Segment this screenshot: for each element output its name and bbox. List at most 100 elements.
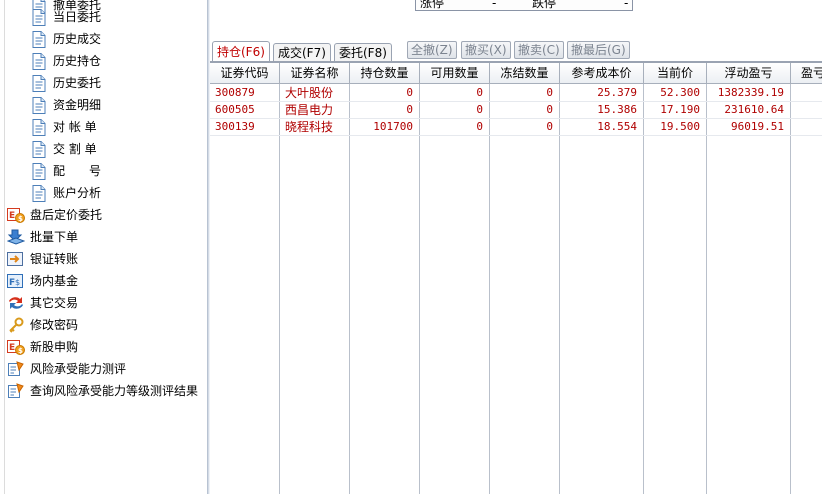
ipo-subscribe-icon: E $ bbox=[7, 339, 25, 355]
document-icon bbox=[31, 96, 47, 114]
navigation-tree: 撤单委托 当日委托 历史成交 历史持仓 历史委托 资金明细 对 帐 单 交 割 … bbox=[0, 0, 207, 494]
cell-frozen: 0 bbox=[546, 120, 553, 133]
column-divider bbox=[349, 84, 350, 494]
cell-price: 52.300 bbox=[660, 86, 700, 99]
column-header[interactable]: 证券代码 bbox=[210, 63, 280, 84]
cell-pnl: 96019.51 bbox=[731, 120, 784, 133]
column-header[interactable]: 证券名称 bbox=[280, 63, 350, 84]
cell-code: 300879 bbox=[215, 86, 255, 99]
tree-item-label: 资金明细 bbox=[53, 98, 102, 112]
tree-item-label: 盘后定价委托 bbox=[30, 208, 103, 222]
column-divider bbox=[559, 84, 560, 494]
column-divider bbox=[643, 84, 644, 494]
cell-name: 晓程科技 bbox=[285, 120, 334, 134]
tree-item-label: 历史委托 bbox=[53, 76, 102, 90]
column-divider bbox=[279, 84, 280, 494]
tree-item-label: 历史成交 bbox=[53, 32, 102, 46]
cell-available: 0 bbox=[476, 103, 483, 116]
positions-table[interactable]: 证券代码 证券名称 持仓数量 可用数量 冻结数量 参考成本价 当前价 浮动盈亏 … bbox=[210, 62, 822, 494]
table-row[interactable]: 600505 西昌电力 0 0 0 15.386 17.190 231610.6… bbox=[210, 102, 822, 118]
tree-item-history-positions[interactable]: 历史持仓 bbox=[31, 50, 101, 72]
other-trade-icon bbox=[7, 295, 25, 311]
tab-orders[interactable]: 委托(F8) bbox=[334, 43, 392, 62]
table-header: 证券代码 证券名称 持仓数量 可用数量 冻结数量 参考成本价 当前价 浮动盈亏 … bbox=[210, 63, 822, 84]
tree-item-risk-assessment[interactable]: 风险承受能力测评 bbox=[7, 358, 126, 380]
row-divider bbox=[210, 135, 822, 136]
column-header[interactable]: 盈亏 bbox=[791, 63, 822, 84]
cell-frozen: 0 bbox=[546, 86, 553, 99]
tree-item-delivery-slip[interactable]: 交 割 单 bbox=[31, 138, 97, 160]
cancel-buy-button[interactable]: 撤买(X) bbox=[461, 41, 511, 59]
cancel-all-button[interactable]: 全撤(Z) bbox=[407, 41, 457, 59]
key-icon bbox=[7, 317, 25, 333]
limit-up-label: 涨停 bbox=[420, 0, 445, 10]
tab-bar: 持仓(F6) 成交(F7) 委托(F8) 全撤(Z) 撤买(X) 撤卖(C) 撤… bbox=[210, 40, 822, 62]
svg-text:$: $ bbox=[18, 215, 23, 223]
tree-item-after-hours-order[interactable]: E $ 盘后定价委托 bbox=[7, 204, 102, 226]
tree-item-history-orders[interactable]: 历史委托 bbox=[31, 72, 101, 94]
column-header[interactable]: 当前价 bbox=[644, 63, 707, 84]
svg-text:$: $ bbox=[15, 278, 20, 287]
tree-item-label: 当日委托 bbox=[53, 10, 102, 24]
tree-item-label: 账户分析 bbox=[53, 186, 102, 200]
tree-item-other-trade[interactable]: 其它交易 bbox=[7, 292, 78, 314]
cell-code: 300139 bbox=[215, 120, 255, 133]
cancel-sell-button[interactable]: 撤卖(C) bbox=[514, 41, 564, 59]
tree-item-today-orders[interactable]: 当日委托 bbox=[31, 6, 101, 28]
document-icon bbox=[31, 162, 47, 180]
cell-pnl: 231610.64 bbox=[724, 103, 784, 116]
tree-item-label: 查询风险承受能力等级测评结果 bbox=[30, 384, 199, 398]
column-divider bbox=[419, 84, 420, 494]
tree-item-ipo-subscribe[interactable]: E $ 新股申购 bbox=[7, 336, 78, 358]
limit-price-strip: 涨停 - 跌停 - bbox=[415, 0, 633, 11]
column-header[interactable]: 可用数量 bbox=[420, 63, 490, 84]
tab-trades[interactable]: 成交(F7) bbox=[273, 43, 331, 62]
cell-price: 17.190 bbox=[660, 103, 700, 116]
cell-frozen: 0 bbox=[546, 103, 553, 116]
column-header[interactable]: 持仓数量 bbox=[350, 63, 420, 84]
tree-item-exchange-fund[interactable]: F $ 场内基金 bbox=[7, 270, 78, 292]
tree-guide-line bbox=[4, 0, 5, 494]
tab-positions[interactable]: 持仓(F6) bbox=[212, 41, 270, 62]
cell-available: 0 bbox=[476, 120, 483, 133]
tree-item-allotment-number[interactable]: 配 号 bbox=[31, 160, 101, 182]
tree-item-bank-transfer[interactable]: 银证转账 bbox=[7, 248, 78, 270]
tree-item-label: 批量下单 bbox=[30, 230, 79, 244]
risk-assessment-icon bbox=[7, 361, 25, 377]
tree-item-account-analysis[interactable]: 账户分析 bbox=[31, 182, 101, 204]
column-header[interactable]: 参考成本价 bbox=[560, 63, 644, 84]
column-divider bbox=[706, 84, 707, 494]
cell-cost: 18.554 bbox=[597, 120, 637, 133]
limit-down-value: - bbox=[624, 0, 629, 10]
cell-holding: 0 bbox=[406, 86, 413, 99]
tree-item-change-password[interactable]: 修改密码 bbox=[7, 314, 78, 336]
svg-text:$: $ bbox=[18, 347, 23, 355]
column-header[interactable]: 冻结数量 bbox=[490, 63, 560, 84]
column-divider bbox=[790, 84, 791, 494]
tree-item-label: 场内基金 bbox=[30, 274, 79, 288]
document-icon bbox=[31, 30, 47, 48]
document-icon bbox=[31, 52, 47, 70]
cell-holding: 0 bbox=[406, 103, 413, 116]
document-icon bbox=[31, 8, 47, 26]
tree-item-label: 配 号 bbox=[53, 164, 102, 178]
tree-item-risk-result[interactable]: 查询风险承受能力等级测评结果 bbox=[7, 380, 198, 402]
cell-name: 大叶股份 bbox=[285, 86, 334, 100]
tree-item-batch-order[interactable]: 批量下单 bbox=[7, 226, 78, 248]
tree-item-label: 新股申购 bbox=[30, 340, 79, 354]
tree-item-history-trades[interactable]: 历史成交 bbox=[31, 28, 101, 50]
cell-price: 19.500 bbox=[660, 120, 700, 133]
batch-order-icon bbox=[7, 229, 25, 245]
svg-text:E: E bbox=[9, 211, 15, 221]
table-row[interactable]: 300139 晓程科技 101700 0 0 18.554 19.500 960… bbox=[210, 119, 822, 135]
table-row[interactable]: 300879 大叶股份 0 0 0 25.379 52.300 1382339.… bbox=[210, 85, 822, 101]
column-header[interactable]: 浮动盈亏 bbox=[707, 63, 791, 84]
cancel-last-button[interactable]: 撤最后(G) bbox=[567, 41, 630, 59]
tree-item-fund-details[interactable]: 资金明细 bbox=[31, 94, 101, 116]
cell-cost: 25.379 bbox=[597, 86, 637, 99]
risk-result-icon bbox=[7, 383, 25, 399]
limit-down-label: 跌停 bbox=[532, 0, 557, 10]
cell-cost: 15.386 bbox=[597, 103, 637, 116]
tree-item-statement[interactable]: 对 帐 单 bbox=[31, 116, 97, 138]
tree-item-label: 交 割 单 bbox=[53, 142, 97, 156]
